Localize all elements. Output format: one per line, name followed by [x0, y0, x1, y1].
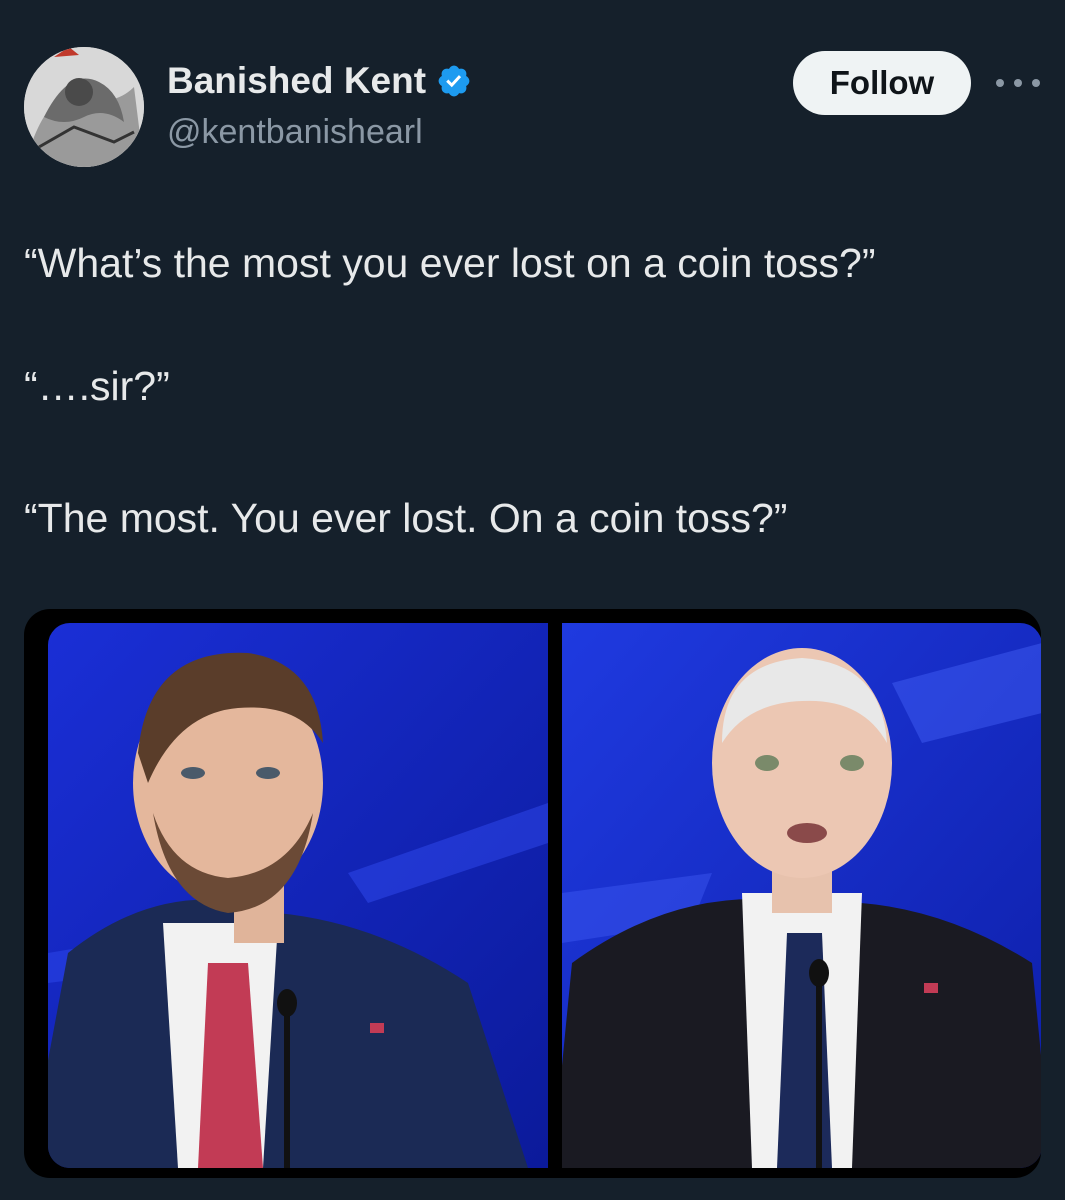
author-avatar[interactable]	[24, 47, 144, 167]
more-dot	[1014, 79, 1022, 87]
author-handle[interactable]: @kentbanishearl	[167, 113, 423, 152]
author-name-text[interactable]: Banished Kent	[167, 60, 426, 102]
verified-badge-icon	[436, 63, 472, 99]
tweet-text-line: “….sir?”	[24, 363, 170, 409]
follow-button[interactable]: Follow	[793, 51, 971, 115]
tweet-media-image[interactable]	[24, 609, 1041, 1178]
more-dot	[1032, 79, 1040, 87]
media-panel-right	[562, 623, 1041, 1168]
more-options-icon[interactable]	[996, 72, 1040, 94]
more-dot	[996, 79, 1004, 87]
tweet-text-line: “The most. You ever lost. On a coin toss…	[24, 495, 788, 541]
tweet-text-line: “What’s the most you ever lost on a coin…	[24, 240, 876, 286]
author-display-name[interactable]: Banished Kent	[167, 60, 472, 102]
media-panel-left	[48, 623, 548, 1168]
